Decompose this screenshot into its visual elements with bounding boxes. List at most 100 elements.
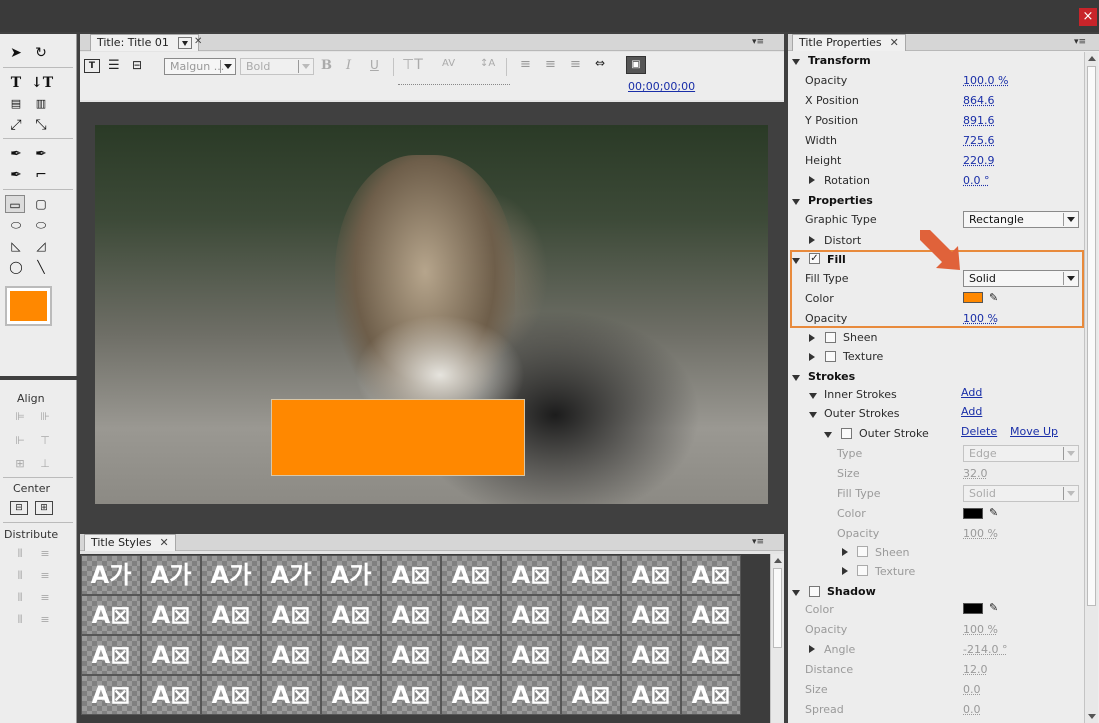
style-swatch[interactable]: A가 bbox=[201, 555, 261, 595]
align-left-icon[interactable]: ⊫ bbox=[10, 410, 30, 424]
rounded-corner-tool-icon[interactable]: ⬭ bbox=[31, 216, 51, 234]
window-close-button[interactable]: × bbox=[1079, 8, 1097, 26]
style-swatch[interactable]: A⊠ bbox=[681, 595, 741, 635]
distribute-top-icon[interactable]: ≡ bbox=[35, 569, 55, 583]
style-swatch[interactable]: A⊠ bbox=[501, 635, 561, 675]
fill-checkbox[interactable]: ✓ bbox=[809, 253, 820, 264]
shadow-distance-value[interactable]: 12.0 bbox=[963, 663, 988, 676]
center-vertical-icon[interactable]: ⊞ bbox=[35, 501, 53, 515]
style-swatch[interactable]: A⊠ bbox=[681, 635, 741, 675]
arc-tool-icon[interactable]: ◿ bbox=[31, 237, 51, 255]
style-swatch[interactable]: A⊠ bbox=[381, 595, 441, 635]
fill-eyedropper-icon[interactable]: ✎ bbox=[989, 292, 1001, 304]
font-style-select[interactable]: Bold bbox=[240, 58, 314, 75]
stroke-texture-expand-icon[interactable] bbox=[842, 567, 848, 575]
style-swatch[interactable]: A⊠ bbox=[561, 675, 621, 715]
style-swatch[interactable]: A⊠ bbox=[681, 675, 741, 715]
style-swatch[interactable]: A⊠ bbox=[621, 635, 681, 675]
type-tool-icon[interactable]: T bbox=[6, 74, 26, 92]
font-family-select[interactable]: Malgun ... bbox=[164, 58, 236, 75]
delete-anchor-tool-icon[interactable]: ✒ bbox=[31, 145, 51, 163]
sheen-checkbox[interactable] bbox=[825, 332, 836, 343]
clipped-rectangle-tool-icon[interactable]: ⬭ bbox=[6, 216, 26, 234]
texture-checkbox[interactable] bbox=[825, 351, 836, 362]
style-swatch[interactable]: A⊠ bbox=[381, 635, 441, 675]
styles-scrollbar-thumb[interactable] bbox=[773, 568, 782, 648]
style-swatch[interactable]: A가 bbox=[261, 555, 321, 595]
tab-stops-ruler-icon[interactable]: ⇔ bbox=[595, 56, 605, 70]
fill-type-select[interactable]: Solid bbox=[963, 270, 1079, 287]
stroke-sheen-checkbox[interactable] bbox=[857, 546, 868, 557]
styles-scrollbar[interactable] bbox=[770, 554, 784, 723]
shadow-opacity-value[interactable]: 100 % bbox=[963, 623, 998, 636]
fill-color-swatch[interactable] bbox=[5, 286, 52, 326]
texture-expand-icon[interactable] bbox=[809, 353, 815, 361]
align-center-text-icon[interactable]: ≡ bbox=[545, 57, 556, 72]
rotation-tool-icon[interactable]: ↻ bbox=[31, 44, 51, 62]
shadow-header[interactable]: Shadow bbox=[827, 585, 876, 598]
rectangle-tool-icon[interactable]: ▭ bbox=[5, 195, 25, 213]
transform-header[interactable]: Transform bbox=[808, 54, 871, 67]
transform-opacity-value[interactable]: 100.0 % bbox=[963, 74, 1008, 87]
style-swatch[interactable]: A⊠ bbox=[621, 675, 681, 715]
distribute-spacing-v-icon[interactable]: ≡ bbox=[35, 613, 55, 627]
distort-expand-icon[interactable] bbox=[809, 236, 815, 244]
fill-header[interactable]: Fill bbox=[827, 253, 846, 266]
distribute-center-h-icon[interactable]: ≡ bbox=[35, 547, 55, 561]
shadow-color-swatch[interactable] bbox=[963, 603, 983, 614]
distribute-center-v-icon[interactable]: ⫴ bbox=[10, 591, 30, 605]
style-swatch[interactable]: A가 bbox=[141, 555, 201, 595]
outer-stroke-delete-link[interactable]: Delete bbox=[961, 425, 997, 438]
sheen-expand-icon[interactable] bbox=[809, 334, 815, 342]
outer-stroke-checkbox[interactable] bbox=[841, 428, 852, 439]
width-value[interactable]: 725.6 bbox=[963, 134, 995, 147]
wedge-tool-icon[interactable]: ◺ bbox=[6, 237, 26, 255]
shadow-eyedropper-icon[interactable]: ✎ bbox=[989, 602, 1001, 614]
align-center-h-icon[interactable]: ⊪ bbox=[35, 410, 55, 424]
outer-stroke-move-up-link[interactable]: Move Up bbox=[1010, 425, 1058, 438]
tab-close-icon[interactable]: ✕ bbox=[194, 36, 202, 47]
outer-strokes-add-link[interactable]: Add bbox=[961, 405, 982, 418]
props-panel-menu-icon[interactable]: ▾≡ bbox=[1074, 37, 1086, 47]
style-swatch[interactable]: A⊠ bbox=[321, 675, 381, 715]
stroke-sheen-expand-icon[interactable] bbox=[842, 548, 848, 556]
style-swatch[interactable]: A⊠ bbox=[441, 635, 501, 675]
style-swatch[interactable]: A⊠ bbox=[141, 595, 201, 635]
kerning-icon[interactable]: AV bbox=[442, 58, 455, 69]
stroke-type-select[interactable]: Edge bbox=[963, 445, 1079, 462]
shadow-size-value[interactable]: 0.0 bbox=[963, 683, 981, 696]
italic-icon[interactable]: I bbox=[346, 58, 351, 73]
style-swatch[interactable]: A가 bbox=[81, 555, 141, 595]
tab-stops-icon[interactable]: ⊟ bbox=[132, 58, 142, 72]
x-position-value[interactable]: 864.6 bbox=[963, 94, 995, 107]
align-left-text-icon[interactable]: ≡ bbox=[520, 57, 531, 72]
center-horizontal-icon[interactable]: ⊟ bbox=[10, 501, 28, 515]
style-swatch[interactable]: A⊠ bbox=[81, 635, 141, 675]
rounded-rectangle-tool-icon[interactable]: ▢ bbox=[31, 195, 51, 213]
stroke-texture-checkbox[interactable] bbox=[857, 565, 868, 576]
style-swatch[interactable]: A⊠ bbox=[621, 555, 681, 595]
rotation-value[interactable]: 0.0 ° bbox=[963, 174, 990, 187]
style-swatch[interactable]: A⊠ bbox=[681, 555, 741, 595]
style-swatch[interactable]: A⊠ bbox=[141, 635, 201, 675]
stroke-color-swatch[interactable] bbox=[963, 508, 983, 519]
bold-icon[interactable]: B bbox=[321, 58, 332, 73]
tab-title-01[interactable]: Title: Title 01 bbox=[90, 34, 200, 51]
style-swatch[interactable]: A⊠ bbox=[261, 675, 321, 715]
fill-opacity-value[interactable]: 100 % bbox=[963, 312, 998, 325]
style-swatch[interactable]: A⊠ bbox=[561, 595, 621, 635]
ellipse-tool-icon[interactable]: ◯ bbox=[6, 258, 26, 276]
show-background-video-icon[interactable]: ▣ bbox=[626, 56, 646, 74]
tab-props-close-icon[interactable]: ✕ bbox=[890, 36, 899, 49]
style-swatch[interactable]: A⊠ bbox=[441, 555, 501, 595]
style-swatch[interactable]: A⊠ bbox=[441, 675, 501, 715]
fill-color-swatch-props[interactable] bbox=[963, 292, 983, 303]
style-swatch[interactable]: A⊠ bbox=[201, 675, 261, 715]
style-swatch[interactable]: A⊠ bbox=[501, 555, 561, 595]
vertical-type-tool-icon[interactable]: ↓T bbox=[31, 74, 53, 92]
align-center-v-icon[interactable]: ⊞ bbox=[10, 457, 30, 471]
style-swatch[interactable]: A⊠ bbox=[81, 595, 141, 635]
vertical-path-type-tool-icon[interactable]: ⤡ bbox=[31, 116, 51, 134]
style-swatch[interactable]: A⊠ bbox=[441, 595, 501, 635]
stroke-fill-type-select[interactable]: Solid bbox=[963, 485, 1079, 502]
